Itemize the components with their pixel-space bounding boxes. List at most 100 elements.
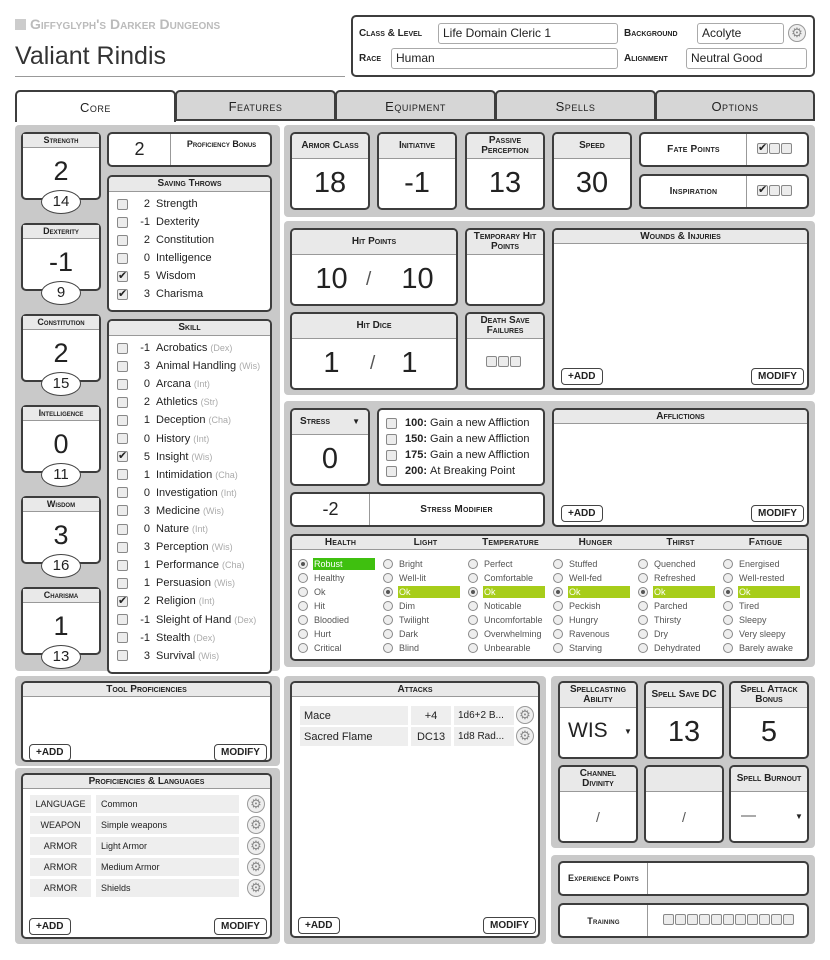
settings-gear-icon[interactable]: ⚙ [247,795,265,813]
condition-option[interactable]: Well-rested [723,572,785,584]
condition-radio[interactable] [298,601,308,611]
condition-option[interactable]: Refreshed [638,572,697,584]
condition-option[interactable]: Thirsty [638,614,682,626]
hit-points-max[interactable]: 10 [390,263,445,296]
condition-radio[interactable] [383,601,393,611]
condition-radio[interactable] [638,587,648,597]
class-level-field[interactable]: Life Domain Cleric 1 [438,23,618,44]
condition-radio[interactable] [298,615,308,625]
condition-option[interactable]: Perfect [468,558,514,570]
saving-throw-row[interactable]: 3 Charisma [117,287,203,300]
condition-radio[interactable] [553,643,563,653]
condition-radio[interactable] [723,587,733,597]
condition-option[interactable]: Well-lit [383,572,427,584]
charisma-score[interactable]: 13 [41,645,81,669]
skill-checkbox[interactable] [117,594,128,607]
xp-input[interactable] [650,863,807,894]
saving-throw-row[interactable]: 0 Intelligence [117,252,212,264]
condition-option[interactable]: Ok [553,586,630,598]
wounds-modify-button[interactable]: MODIFY [751,368,804,385]
condition-option[interactable]: Starving [553,642,603,654]
skill-checkbox[interactable] [117,577,128,589]
condition-option[interactable]: Ok [468,586,545,598]
hit-points-current[interactable]: 10 [304,263,359,296]
condition-radio[interactable] [553,615,563,625]
proficiency-value[interactable]: 2 [109,134,171,165]
skill-checkbox[interactable] [117,650,128,662]
condition-option[interactable]: Quenched [638,558,697,570]
stress-modifier-value[interactable]: -2 [292,494,370,525]
condition-option[interactable]: Uncomfortable [468,614,544,626]
condition-option[interactable]: Dehydrated [638,642,702,654]
condition-radio[interactable] [553,559,563,569]
condition-option[interactable]: Twilight [383,614,430,626]
save-checkbox[interactable] [117,234,128,246]
settings-gear-icon[interactable]: ⚙ [247,879,265,897]
tab-equipment[interactable]: Equipment [335,90,496,120]
speed-value[interactable]: 30 [554,167,630,200]
condition-radio[interactable] [723,601,733,611]
condition-option[interactable]: Parched [638,600,689,612]
tools-modify-button[interactable]: MODIFY [214,744,267,760]
saving-throw-row[interactable]: 5 Wisdom [117,269,196,282]
stress-threshold-row[interactable]: 175: Gain a new Affliction [386,449,530,461]
condition-radio[interactable] [723,559,733,569]
condition-option[interactable]: Ravenous [553,628,611,640]
skill-checkbox[interactable] [117,541,128,553]
skill-row[interactable]: -1 Acrobatics (Dex) [117,342,232,354]
skill-row[interactable]: 0 Investigation (Int) [117,487,237,499]
condition-option[interactable]: Critical [298,642,343,654]
spell-attack-value[interactable]: 5 [731,716,807,749]
skill-checkbox[interactable] [117,378,128,390]
condition-option[interactable]: Dry [638,628,669,640]
wisdom-modifier[interactable]: 3 [23,520,99,551]
skill-checkbox[interactable] [117,559,128,571]
skill-checkbox[interactable] [117,487,128,499]
condition-radio[interactable] [723,615,733,625]
dropdown-arrow-icon[interactable]: ▼ [352,417,360,426]
attack-row[interactable]: Mace +4 1d6+2 B... [300,706,517,725]
death-save-checkbox[interactable] [498,356,509,367]
skill-row[interactable]: 2 Athletics (Str) [117,396,218,408]
condition-option[interactable]: Hungry [553,614,599,626]
proficiencies-add-button[interactable]: +ADD [29,918,71,935]
hit-dice-current[interactable]: 1 [304,347,359,380]
condition-radio[interactable] [383,643,393,653]
training-checkbox[interactable] [699,914,710,925]
dexterity-score[interactable]: 9 [41,281,81,305]
condition-option[interactable]: Blind [383,642,420,654]
condition-option[interactable]: Ok [723,586,800,598]
skill-checkbox[interactable] [117,433,128,444]
condition-option[interactable]: Ok [298,586,327,598]
wounds-add-button[interactable]: +ADD [561,368,603,385]
tab-core[interactable]: Core [15,90,176,122]
condition-radio[interactable] [298,587,308,597]
settings-gear-icon[interactable]: ⚙ [788,24,806,42]
condition-radio[interactable] [553,587,563,597]
proficiency-value[interactable]: Simple weapons [96,816,239,834]
alignment-field[interactable]: Neutral Good [686,48,807,69]
skill-row[interactable]: 5 Insight(Wis) [117,449,212,463]
spell-burnout-value[interactable]: — [741,807,756,824]
settings-gear-icon[interactable]: ⚙ [247,816,265,834]
training-checkbox[interactable] [711,914,722,925]
proficiency-value[interactable]: Light Armor [96,837,239,855]
condition-radio[interactable] [723,573,733,583]
race-field[interactable]: Human [391,48,618,69]
skill-row[interactable]: 1 Deception (Cha) [117,414,231,426]
training-checkbox[interactable] [735,914,746,925]
save-checkbox[interactable] [117,198,128,210]
condition-radio[interactable] [383,629,393,639]
save-checkbox[interactable] [117,269,128,282]
skill-row[interactable]: 1 Persuasion (Wis) [117,577,235,589]
condition-radio[interactable] [383,587,393,597]
skill-row[interactable]: 0 Nature (Int) [117,523,208,535]
condition-option[interactable]: Hit [298,600,326,612]
proficiency-value[interactable]: Medium Armor [96,858,239,876]
threshold-checkbox[interactable] [386,433,397,445]
condition-radio[interactable] [468,559,478,569]
condition-radio[interactable] [638,615,648,625]
training-checkbox[interactable] [783,914,794,925]
condition-option[interactable]: Peckish [553,600,602,612]
settings-gear-icon[interactable]: ⚙ [247,837,265,855]
